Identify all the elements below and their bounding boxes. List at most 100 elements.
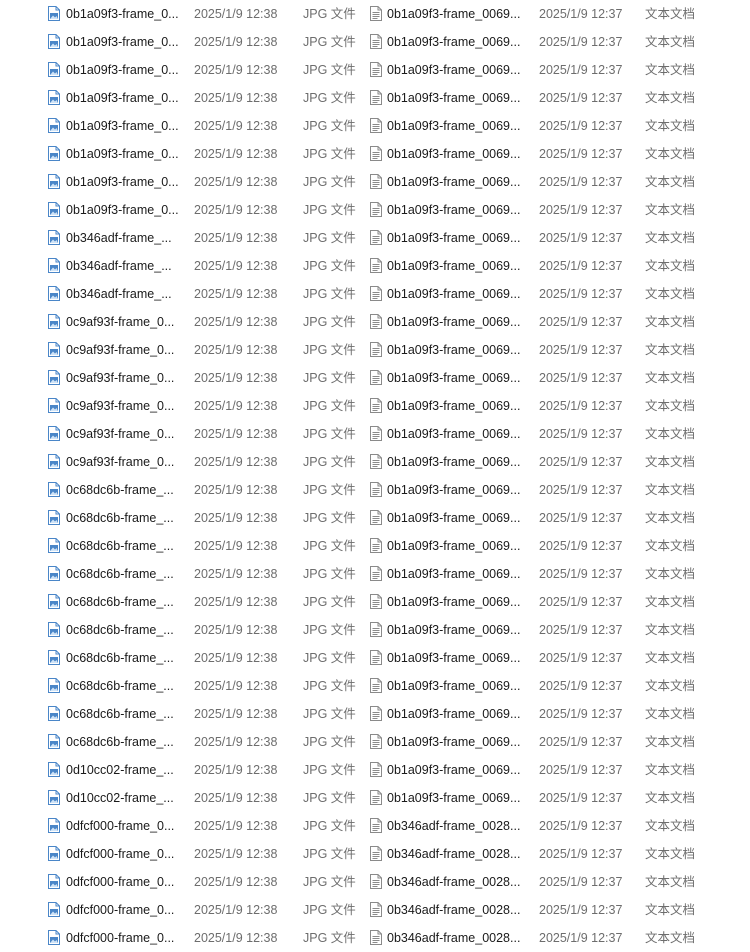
file-date: 2025/1/9 12:38 [194,91,278,105]
file-row[interactable]: 0b1a09f3-frame_0069... 2025/1/9 12:37 文本文档 [362,504,750,532]
left-file-list: 0b1a09f3-frame_0... 2025/1/9 12:38 JPG 文件 0… [0,0,362,948]
file-row[interactable]: 0b1a09f3-frame_0... 2025/1/9 12:38 JPG 文件 [0,168,362,196]
file-row[interactable]: 0b1a09f3-frame_0... 2025/1/9 12:38 JPG 文件 [0,84,362,112]
file-row[interactable]: 0b1a09f3-frame_0069... 2025/1/9 12:37 文本文档 [362,616,750,644]
file-name: 0c9af93f-frame_0... [66,455,175,469]
file-row[interactable]: 0c68dc6b-frame_... 2025/1/9 12:38 JPG 文件 [0,728,362,756]
file-name: 0d10cc02-frame_... [66,763,174,777]
file-row[interactable]: 0b1a09f3-frame_0069... 2025/1/9 12:37 文本文档 [362,728,750,756]
file-row[interactable]: 0b1a09f3-frame_0069... 2025/1/9 12:37 文本文档 [362,756,750,784]
image-file-icon [48,818,60,833]
file-row[interactable]: 0b1a09f3-frame_0069... 2025/1/9 12:37 文本文档 [362,448,750,476]
file-row[interactable]: 0b1a09f3-frame_0069... 2025/1/9 12:37 文本文档 [362,224,750,252]
text-file-icon [370,874,382,889]
file-date: 2025/1/9 12:38 [194,791,278,805]
file-row[interactable]: 0dfcf000-frame_0... 2025/1/9 12:38 JPG 文件 [0,812,362,840]
image-file-icon [48,790,60,805]
file-row[interactable]: 0b1a09f3-frame_0069... 2025/1/9 12:37 文本文档 [362,280,750,308]
file-name: 0b346adf-frame_0028... [387,847,521,861]
file-row[interactable]: 0dfcf000-frame_0... 2025/1/9 12:38 JPG 文件 [0,896,362,924]
file-row[interactable]: 0b1a09f3-frame_0069... 2025/1/9 12:37 文本文档 [362,196,750,224]
file-row[interactable]: 0b1a09f3-frame_0... 2025/1/9 12:38 JPG 文件 [0,28,362,56]
file-row[interactable]: 0b1a09f3-frame_0069... 2025/1/9 12:37 文本文档 [362,140,750,168]
file-row[interactable]: 0b1a09f3-frame_0069... 2025/1/9 12:37 文本文档 [362,84,750,112]
file-row[interactable]: 0c9af93f-frame_0... 2025/1/9 12:38 JPG 文件 [0,364,362,392]
file-type: JPG 文件 [303,7,356,21]
file-row[interactable]: 0b1a09f3-frame_0... 2025/1/9 12:38 JPG 文件 [0,112,362,140]
file-row[interactable]: 0c9af93f-frame_0... 2025/1/9 12:38 JPG 文件 [0,392,362,420]
file-row[interactable]: 0b1a09f3-frame_0... 2025/1/9 12:38 JPG 文件 [0,0,362,28]
file-name: 0b346adf-frame_... [66,259,172,273]
file-row[interactable]: 0b1a09f3-frame_0069... 2025/1/9 12:37 文本文档 [362,672,750,700]
file-row[interactable]: 0b1a09f3-frame_0... 2025/1/9 12:38 JPG 文件 [0,140,362,168]
file-row[interactable]: 0b1a09f3-frame_0... 2025/1/9 12:38 JPG 文件 [0,56,362,84]
file-name: 0b1a09f3-frame_0069... [387,511,521,525]
file-type: 文本文档 [645,735,696,749]
text-file-icon [370,566,382,581]
file-date: 2025/1/9 12:38 [194,511,278,525]
file-row[interactable]: 0b1a09f3-frame_0069... 2025/1/9 12:37 文本文档 [362,784,750,812]
file-row[interactable]: 0b1a09f3-frame_0069... 2025/1/9 12:37 文本文档 [362,112,750,140]
file-row[interactable]: 0c68dc6b-frame_... 2025/1/9 12:38 JPG 文件 [0,504,362,532]
file-type: JPG 文件 [303,483,356,497]
file-date: 2025/1/9 12:37 [539,567,623,581]
file-row[interactable]: 0b1a09f3-frame_0069... 2025/1/9 12:37 文本文档 [362,476,750,504]
file-date: 2025/1/9 12:37 [539,511,623,525]
file-row[interactable]: 0b346adf-frame_... 2025/1/9 12:38 JPG 文件 [0,280,362,308]
file-date: 2025/1/9 12:37 [539,63,623,77]
file-row[interactable]: 0b1a09f3-frame_0069... 2025/1/9 12:37 文本文档 [362,308,750,336]
image-file-icon [48,370,60,385]
file-row[interactable]: 0c9af93f-frame_0... 2025/1/9 12:38 JPG 文件 [0,420,362,448]
file-row[interactable]: 0dfcf000-frame_0... 2025/1/9 12:38 JPG 文件 [0,868,362,896]
file-row[interactable]: 0b1a09f3-frame_0069... 2025/1/9 12:37 文本文档 [362,56,750,84]
file-row[interactable]: 0b1a09f3-frame_0069... 2025/1/9 12:37 文本文档 [362,532,750,560]
file-name: 0b1a09f3-frame_0069... [387,371,521,385]
text-file-icon [370,62,382,77]
file-row[interactable]: 0d10cc02-frame_... 2025/1/9 12:38 JPG 文件 [0,784,362,812]
file-row[interactable]: 0c9af93f-frame_0... 2025/1/9 12:38 JPG 文件 [0,448,362,476]
file-type: JPG 文件 [303,595,356,609]
file-row[interactable]: 0c9af93f-frame_0... 2025/1/9 12:38 JPG 文件 [0,308,362,336]
file-row[interactable]: 0b1a09f3-frame_0069... 2025/1/9 12:37 文本文档 [362,168,750,196]
file-row[interactable]: 0b1a09f3-frame_0069... 2025/1/9 12:37 文本文档 [362,392,750,420]
file-row[interactable]: 0b346adf-frame_0028... 2025/1/9 12:37 文本文档 [362,812,750,840]
file-row[interactable]: 0c68dc6b-frame_... 2025/1/9 12:38 JPG 文件 [0,700,362,728]
file-row[interactable]: 0b346adf-frame_... 2025/1/9 12:38 JPG 文件 [0,252,362,280]
file-row[interactable]: 0b346adf-frame_0028... 2025/1/9 12:37 文本文档 [362,896,750,924]
file-row[interactable]: 0c9af93f-frame_0... 2025/1/9 12:38 JPG 文件 [0,336,362,364]
file-row[interactable]: 0b1a09f3-frame_0069... 2025/1/9 12:37 文本文档 [362,560,750,588]
text-file-icon [370,762,382,777]
file-row[interactable]: 0b1a09f3-frame_0069... 2025/1/9 12:37 文本文档 [362,588,750,616]
file-row[interactable]: 0b1a09f3-frame_0069... 2025/1/9 12:37 文本文档 [362,364,750,392]
file-row[interactable]: 0c68dc6b-frame_... 2025/1/9 12:38 JPG 文件 [0,588,362,616]
file-row[interactable]: 0dfcf000-frame_0... 2025/1/9 12:38 JPG 文件 [0,840,362,868]
file-row[interactable]: 0b346adf-frame_0028... 2025/1/9 12:37 文本文档 [362,840,750,868]
file-row[interactable]: 0c68dc6b-frame_... 2025/1/9 12:38 JPG 文件 [0,532,362,560]
file-row[interactable]: 0b1a09f3-frame_0069... 2025/1/9 12:37 文本文档 [362,336,750,364]
file-date: 2025/1/9 12:37 [539,399,623,413]
file-name: 0b1a09f3-frame_0069... [387,399,521,413]
image-file-icon [48,342,60,357]
file-row[interactable]: 0b1a09f3-frame_0... 2025/1/9 12:38 JPG 文件 [0,196,362,224]
file-type: 文本文档 [645,427,696,441]
file-row[interactable]: 0c68dc6b-frame_... 2025/1/9 12:38 JPG 文件 [0,476,362,504]
file-row[interactable]: 0b1a09f3-frame_0069... 2025/1/9 12:37 文本文档 [362,0,750,28]
file-row[interactable]: 0c68dc6b-frame_... 2025/1/9 12:38 JPG 文件 [0,644,362,672]
text-file-icon [370,902,382,917]
file-date: 2025/1/9 12:37 [539,315,623,329]
file-row[interactable]: 0b1a09f3-frame_0069... 2025/1/9 12:37 文本文档 [362,28,750,56]
file-row[interactable]: 0b1a09f3-frame_0069... 2025/1/9 12:37 文本文档 [362,644,750,672]
file-row[interactable]: 0b1a09f3-frame_0069... 2025/1/9 12:37 文本文档 [362,420,750,448]
file-date: 2025/1/9 12:38 [194,567,278,581]
file-row[interactable]: 0c68dc6b-frame_... 2025/1/9 12:38 JPG 文件 [0,672,362,700]
file-row[interactable]: 0c68dc6b-frame_... 2025/1/9 12:38 JPG 文件 [0,616,362,644]
file-type: 文本文档 [645,539,696,553]
file-row[interactable]: 0b1a09f3-frame_0069... 2025/1/9 12:37 文本文档 [362,252,750,280]
file-row[interactable]: 0b1a09f3-frame_0069... 2025/1/9 12:37 文本文档 [362,700,750,728]
file-row[interactable]: 0b346adf-frame_... 2025/1/9 12:38 JPG 文件 [0,224,362,252]
file-row[interactable]: 0b346adf-frame_0028... 2025/1/9 12:37 文本文档 [362,868,750,896]
text-file-icon [370,230,382,245]
file-row[interactable]: 0c68dc6b-frame_... 2025/1/9 12:38 JPG 文件 [0,560,362,588]
file-date: 2025/1/9 12:38 [194,259,278,273]
file-row[interactable]: 0d10cc02-frame_... 2025/1/9 12:38 JPG 文件 [0,756,362,784]
